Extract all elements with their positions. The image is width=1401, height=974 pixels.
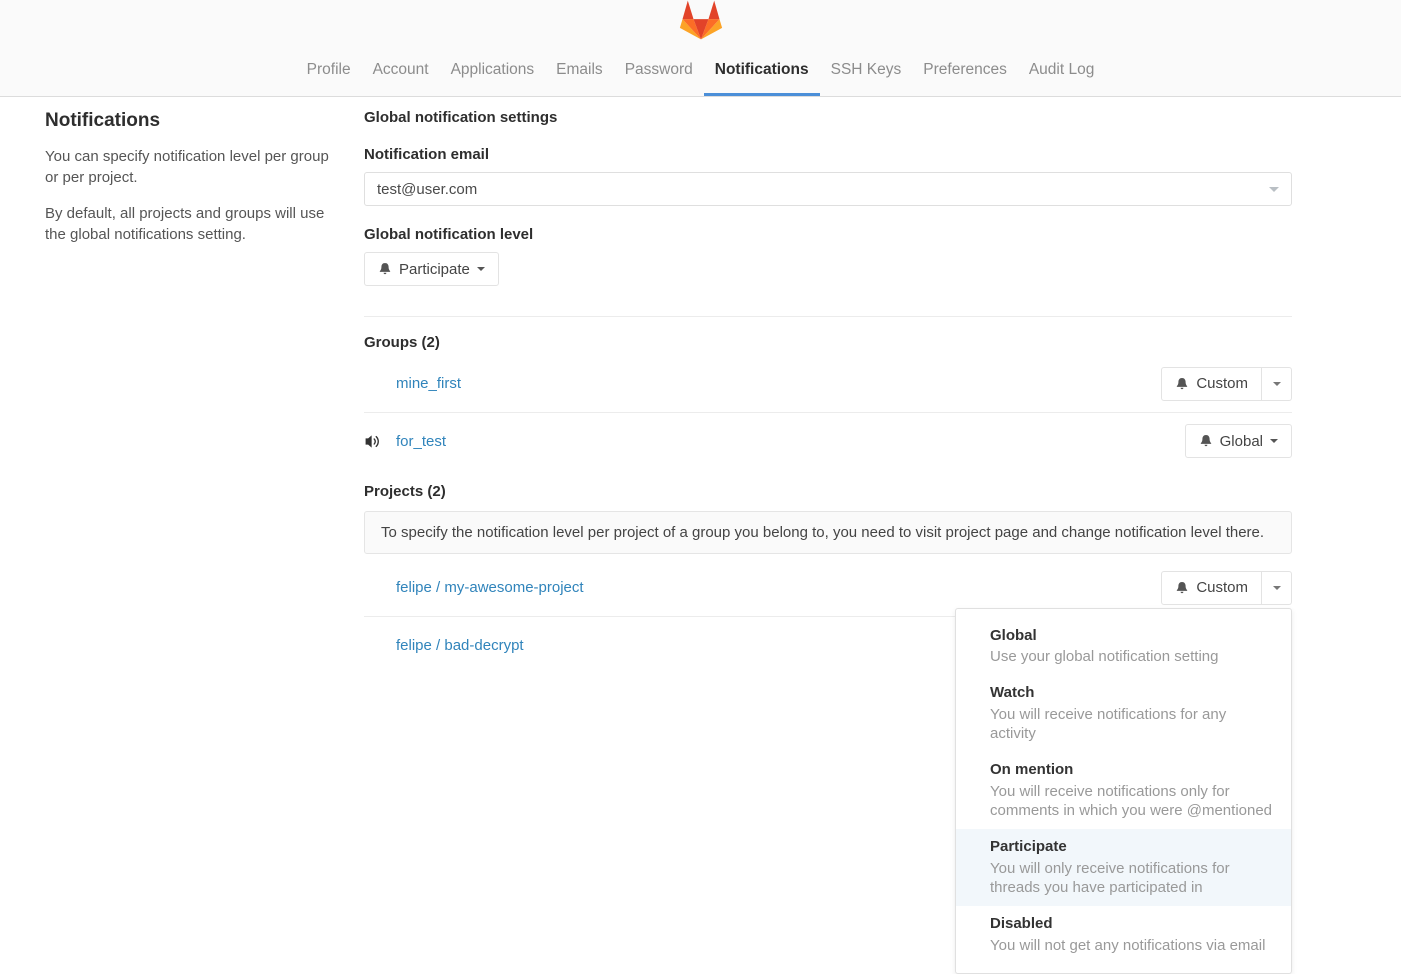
dropdown-item-disabled[interactable]: Disabled You will not get any notificati… <box>956 906 1291 964</box>
project-level-button-group: Custom Global Use your global notificati… <box>1161 571 1292 605</box>
volume-up-icon <box>364 433 396 450</box>
projects-info-alert: To specify the notification level per pr… <box>364 511 1292 554</box>
notification-email-label: Notification email <box>364 146 1292 163</box>
global-level-value: Participate <box>399 261 470 278</box>
group-level-button[interactable]: Global <box>1185 424 1292 458</box>
dropdown-item-on-mention[interactable]: On mention You will receive notification… <box>956 752 1291 829</box>
logo-container <box>0 0 1401 42</box>
project-link-my-awesome-project[interactable]: felipe / my-awesome-project <box>396 579 584 596</box>
group-row: for_test Global <box>364 412 1292 469</box>
bell-icon <box>1175 377 1189 391</box>
group-row: mine_first Custom <box>364 355 1292 412</box>
dropdown-item-title: On mention <box>990 761 1275 780</box>
dropdown-item-title: Global <box>990 627 1275 646</box>
dropdown-item-participate[interactable]: Participate You will only receive notifi… <box>956 829 1291 906</box>
project-level-caret-button[interactable] <box>1262 571 1292 605</box>
page-header: Profile Account Applications Emails Pass… <box>0 0 1401 97</box>
dropdown-item-description: You will receive notifications for any a… <box>990 705 1275 743</box>
project-row: felipe / my-awesome-project Custom <box>364 559 1292 616</box>
chevron-down-icon <box>1269 187 1279 192</box>
group-level-caret-button[interactable] <box>1262 367 1292 401</box>
projects-section-title: Projects (2) <box>364 483 1292 500</box>
group-link-for-test[interactable]: for_test <box>396 433 446 450</box>
tab-audit-log[interactable]: Audit Log <box>1018 53 1106 96</box>
notification-level-dropdown: Global Use your global notification sett… <box>955 608 1292 974</box>
content-area: Notifications You can specify notificati… <box>0 97 1401 673</box>
profile-settings-tabs: Profile Account Applications Emails Pass… <box>0 53 1401 96</box>
tab-account[interactable]: Account <box>362 53 440 96</box>
groups-list: mine_first Custom <box>364 355 1292 469</box>
projects-list: felipe / my-awesome-project Custom <box>364 559 1292 673</box>
sidebar: Notifications You can specify notificati… <box>45 108 345 673</box>
caret-down-icon <box>477 267 485 271</box>
sidebar-description-1: You can specify notification level per g… <box>45 146 345 189</box>
bell-icon <box>378 262 392 276</box>
project-link-bad-decrypt[interactable]: felipe / bad-decrypt <box>396 637 524 654</box>
tab-ssh-keys[interactable]: SSH Keys <box>820 53 913 96</box>
global-settings-title: Global notification settings <box>364 109 1292 126</box>
bell-icon <box>1199 434 1213 448</box>
dropdown-item-description: You will only receive notifications for … <box>990 859 1275 897</box>
bell-icon <box>1175 581 1189 595</box>
tab-profile[interactable]: Profile <box>296 53 362 96</box>
dropdown-item-title: Watch <box>990 684 1275 703</box>
group-link-mine-first[interactable]: mine_first <box>396 375 461 392</box>
notification-email-select[interactable]: test@user.com <box>364 172 1292 206</box>
main-panel: Global notification settings Notificatio… <box>364 108 1292 673</box>
caret-down-icon <box>1273 382 1281 386</box>
group-level-value: Custom <box>1196 375 1248 392</box>
tab-applications[interactable]: Applications <box>440 53 546 96</box>
tab-password[interactable]: Password <box>614 53 704 96</box>
tab-preferences[interactable]: Preferences <box>912 53 1018 96</box>
groups-section-title: Groups (2) <box>364 334 1292 351</box>
gitlab-logo-icon <box>677 0 725 42</box>
dropdown-item-description: You will receive notifications only for … <box>990 782 1275 820</box>
dropdown-item-watch[interactable]: Watch You will receive notifications for… <box>956 675 1291 752</box>
notification-email-value: test@user.com <box>377 181 477 198</box>
notification-level-label: Global notification level <box>364 226 1292 243</box>
tab-notifications[interactable]: Notifications <box>704 53 820 96</box>
project-level-button[interactable]: Custom <box>1161 571 1262 605</box>
section-divider <box>364 316 1292 317</box>
group-level-button-group: Custom <box>1161 367 1292 401</box>
caret-down-icon <box>1273 586 1281 590</box>
sidebar-description-2: By default, all projects and groups will… <box>45 203 345 246</box>
dropdown-item-description: You will not get any notifications via e… <box>990 936 1275 955</box>
group-level-button[interactable]: Custom <box>1161 367 1262 401</box>
dropdown-item-global[interactable]: Global Use your global notification sett… <box>956 618 1291 676</box>
dropdown-item-title: Participate <box>990 838 1275 857</box>
caret-down-icon <box>1270 439 1278 443</box>
global-level-button[interactable]: Participate <box>364 252 499 286</box>
project-level-value: Custom <box>1196 579 1248 596</box>
dropdown-item-description: Use your global notification setting <box>990 647 1275 666</box>
page-title: Notifications <box>45 110 345 132</box>
tab-emails[interactable]: Emails <box>545 53 614 96</box>
dropdown-item-title: Disabled <box>990 915 1275 934</box>
group-level-value: Global <box>1220 433 1263 450</box>
